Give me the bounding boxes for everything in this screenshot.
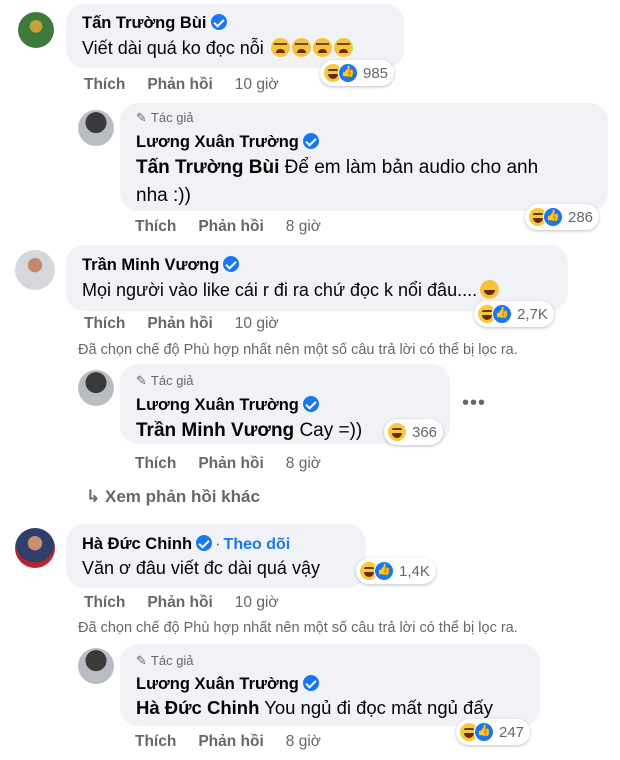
timestamp[interactable]: 8 giờ: [286, 733, 321, 750]
reply-author[interactable]: Lương Xuân Trường: [136, 396, 319, 415]
reply-button[interactable]: Phản hồi: [147, 594, 212, 611]
like-reaction-icon: 👍: [338, 63, 358, 83]
like-button[interactable]: Thích: [84, 315, 125, 332]
comment-actions: Thích Phản hồi 10 giờ: [84, 76, 301, 94]
pencil-icon: ✎: [136, 653, 147, 668]
like-button[interactable]: Thích: [135, 455, 176, 472]
timestamp[interactable]: 10 giờ: [235, 594, 279, 611]
author-badge: ✎ Tác giả: [136, 110, 194, 125]
follow-button[interactable]: Theo dõi: [224, 536, 291, 553]
like-reaction-icon: 👍: [492, 304, 512, 324]
comment-text: Văn ơ đâu viết đc dài quá vậy: [82, 558, 320, 578]
mention-tag[interactable]: Trần Minh Vương: [136, 420, 294, 441]
reaction-summary[interactable]: 👍 2,7K: [474, 301, 554, 327]
reaction-summary[interactable]: 👍 985: [320, 60, 395, 86]
like-reaction-icon: 👍: [474, 722, 494, 742]
winking-tongue-emoji: [480, 280, 500, 299]
verified-icon: [196, 535, 213, 551]
timestamp[interactable]: 10 giờ: [235, 315, 279, 332]
reaction-summary[interactable]: 👍 286: [525, 204, 600, 230]
author-badge: ✎ Tác giả: [136, 653, 194, 668]
like-button[interactable]: Thích: [84, 76, 125, 93]
mention-tag[interactable]: Hà Đức Chinh: [136, 697, 259, 718]
avatar[interactable]: [15, 250, 55, 290]
reaction-summary[interactable]: 👍 247: [456, 719, 531, 745]
see-more-replies-link[interactable]: ↳ Xem phản hồi khác: [86, 487, 260, 507]
reply-button[interactable]: Phản hồi: [198, 218, 263, 235]
like-button[interactable]: Thích: [84, 594, 125, 611]
haha-reaction-icon: [387, 422, 407, 442]
verified-icon: [302, 133, 319, 149]
tired-face-emoji: [291, 38, 311, 57]
filter-note: Đã chọn chế độ Phù hợp nhất nên một số c…: [78, 342, 518, 358]
reaction-summary[interactable]: 366: [384, 419, 444, 445]
comment-actions: Thích Phản hồi 10 giờ: [84, 594, 301, 612]
comment-actions: Thích Phản hồi 10 giờ: [84, 315, 301, 333]
tired-face-emoji: [270, 38, 290, 57]
comment-author[interactable]: Trần Minh Vương: [82, 256, 240, 275]
avatar[interactable]: [78, 110, 114, 146]
reply-author[interactable]: Lương Xuân Trường: [136, 133, 319, 152]
reply-arrow-icon: ↳: [86, 487, 101, 506]
comment-author[interactable]: Tấn Trường Bùi: [82, 14, 227, 33]
more-options-icon[interactable]: •••: [462, 392, 486, 415]
reply-text: Hà Đức Chinh You ngủ đi đọc mất ngủ đấy: [136, 697, 493, 718]
filter-note: Đã chọn chế độ Phù hợp nhất nên một số c…: [78, 620, 518, 636]
verified-icon: [223, 256, 240, 272]
reply-button[interactable]: Phản hồi: [147, 315, 212, 332]
like-button[interactable]: Thích: [135, 733, 176, 750]
timestamp[interactable]: 10 giờ: [235, 76, 279, 93]
reply-actions: Thích Phản hồi 8 giờ: [135, 218, 343, 236]
reply-button[interactable]: Phản hồi: [198, 455, 263, 472]
reply-text: Trần Minh Vương Cay =)): [136, 420, 363, 441]
reaction-summary[interactable]: 👍 1,4K: [356, 558, 436, 584]
tired-face-emoji: [312, 38, 332, 57]
reply-text: Tấn Trường Bùi Để em làm bản audio cho a…: [136, 157, 539, 178]
timestamp[interactable]: 8 giờ: [286, 218, 321, 235]
comment-text: Mọi người vào like cái r đi ra chứ đọc k…: [82, 280, 500, 301]
avatar[interactable]: [78, 648, 114, 684]
avatar[interactable]: [18, 12, 54, 48]
verified-icon: [302, 396, 319, 412]
like-reaction-icon: 👍: [374, 561, 394, 581]
author-badge: ✎ Tác giả: [136, 373, 194, 388]
reply-actions: Thích Phản hồi 8 giờ: [135, 733, 343, 751]
like-button[interactable]: Thích: [135, 218, 176, 235]
comment-author[interactable]: Hà Đức Chinh · Theo dõi: [82, 535, 290, 554]
reply-author[interactable]: Lương Xuân Trường: [136, 675, 319, 694]
timestamp[interactable]: 8 giờ: [286, 455, 321, 472]
comment-text: Viết dài quá ko đọc nỗi: [82, 38, 353, 59]
reply-text-line2: nha :)): [136, 185, 191, 206]
pencil-icon: ✎: [136, 110, 147, 125]
pencil-icon: ✎: [136, 373, 147, 388]
avatar[interactable]: [15, 528, 55, 568]
reply-button[interactable]: Phản hồi: [147, 76, 212, 93]
like-reaction-icon: 👍: [543, 207, 563, 227]
verified-icon: [210, 14, 227, 30]
reply-actions: Thích Phản hồi 8 giờ: [135, 455, 343, 473]
reply-button[interactable]: Phản hồi: [198, 733, 263, 750]
avatar[interactable]: [78, 370, 114, 406]
tired-face-emoji: [333, 38, 353, 57]
mention-tag[interactable]: Tấn Trường Bùi: [136, 157, 279, 178]
verified-icon: [302, 675, 319, 691]
